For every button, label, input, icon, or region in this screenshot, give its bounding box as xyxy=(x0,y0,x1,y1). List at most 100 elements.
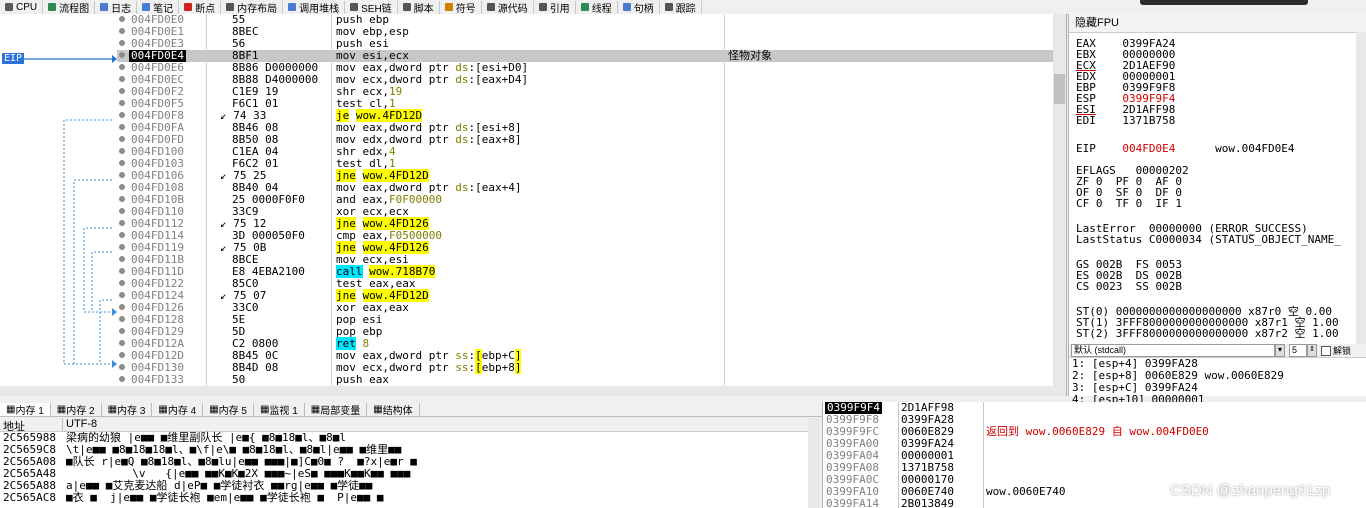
dump-tab-label: 内存 1 xyxy=(15,405,44,417)
breakpoint-dot-icon[interactable] xyxy=(119,328,125,334)
breakpoint-dot-icon[interactable] xyxy=(119,340,125,346)
registers-pane: 隐藏FPU EAX 0399FA24 EBX 00000000 ECX 2D1AEF… xyxy=(1068,14,1366,344)
breakpoint-dot-icon[interactable] xyxy=(119,364,125,370)
breakpoint-dot-icon[interactable] xyxy=(119,304,125,310)
breakpoint-dot-icon[interactable] xyxy=(119,244,125,250)
asm-token: :[ xyxy=(468,181,482,194)
breakpoint-dot-icon[interactable] xyxy=(119,76,125,82)
spinner-icon[interactable]: ⇕ xyxy=(1307,344,1317,357)
tab-handles[interactable]: 句柄 xyxy=(618,0,660,15)
asm-token: ds xyxy=(455,73,469,86)
breakpoint-dot-icon[interactable] xyxy=(119,208,125,214)
tab-label: 句柄 xyxy=(633,3,654,15)
chevron-down-icon[interactable]: ▾ xyxy=(1275,344,1285,357)
disasm-row[interactable]: 004FD130 8B4D 08 mov ecx,dword ptr ss:[ebp… xyxy=(117,361,1053,374)
dump-scrollbar[interactable] xyxy=(808,418,820,508)
last-error-line[interactable]: LastStatus C0000034 (STATUS_OBJECT_NAME_ xyxy=(1076,234,1341,245)
hide-fpu-toggle[interactable]: 隐藏FPU xyxy=(1069,14,1366,33)
memory-dump-pane[interactable]: 地址 UTF-8 2C565988 梁病的幼狼 |e■■ ■维里副队长 |e■{ … xyxy=(0,418,820,508)
dump-tab[interactable]: ▦ 结构体 xyxy=(367,402,420,417)
dump-address: 2C565AC8 xyxy=(3,491,56,504)
dump-tab[interactable]: ▦ 内存 5 xyxy=(203,402,254,417)
breakpoint-dot-icon[interactable] xyxy=(119,28,125,34)
tab-seh[interactable]: SEH链 xyxy=(345,0,398,15)
breakpoint-dot-icon[interactable] xyxy=(119,148,125,154)
tab-callstack[interactable]: 调用堆栈 xyxy=(283,0,346,15)
dump-row[interactable]: 2C565AC8 ■衣 ■ j|e■■ ■学徒长袍 ■em|e■■ ■学徒长袍 ■… xyxy=(0,492,820,504)
asm-token: ] xyxy=(514,133,522,146)
breakpoint-dot-icon[interactable] xyxy=(119,196,125,202)
tab-notes[interactable]: 笔记 xyxy=(137,0,180,15)
dump-tab[interactable]: ▦ 内存 2 xyxy=(51,402,102,417)
stack-row[interactable]: 0399FA14 2B013849 xyxy=(823,498,1366,508)
disasm-horizontal-scrollbar[interactable] xyxy=(0,386,1066,396)
breakpoint-dot-icon[interactable] xyxy=(119,160,125,166)
breakpoint-dot-icon[interactable] xyxy=(119,220,125,226)
dump-text: ■衣 ■ j|e■■ ■学徒长袍 ■em|e■■ ■学徒长袍 ■ P|e■■ ■ xyxy=(66,491,384,504)
tab-references[interactable]: 引用 xyxy=(534,0,576,15)
dump-tab[interactable]: ▦ 局部变量 xyxy=(305,402,368,417)
registers-scrollbar[interactable] xyxy=(1356,32,1366,344)
dump-tab[interactable]: ▦ 内存 4 xyxy=(152,402,204,417)
segment-register-line[interactable]: CS 0023 SS 002B xyxy=(1076,281,1182,292)
tab-trace[interactable]: 跟踪 xyxy=(660,0,702,15)
unlock-checkbox[interactable] xyxy=(1321,345,1331,356)
breakpoint-dot-icon[interactable] xyxy=(119,268,125,274)
tab-threads[interactable]: 线程 xyxy=(576,0,618,15)
arg-count-input[interactable]: 5 xyxy=(1289,344,1307,357)
breakpoint-dot-icon[interactable] xyxy=(119,16,125,22)
asm-token: ] xyxy=(514,181,522,194)
tab-graph[interactable]: 流程图 xyxy=(43,0,96,15)
disassembly-pane[interactable]: EIP 004FD0E0 55 push ebp 004FD0E1 8BEC mov eb… xyxy=(0,14,1067,396)
breakpoint-dot-icon[interactable] xyxy=(119,184,125,190)
dump-tab[interactable]: ▦ 内存 3 xyxy=(102,402,153,417)
title-overlay xyxy=(1140,0,1308,5)
dump-tab[interactable]: ▦ 内存 1 xyxy=(0,402,51,417)
breakpoint-dot-icon[interactable] xyxy=(119,316,125,322)
disasm-row[interactable]: 004FD128 5E pop esi xyxy=(117,314,1053,326)
breakpoint-dot-icon[interactable] xyxy=(119,352,125,358)
tab-script[interactable]: 脚本 xyxy=(398,0,440,15)
dump-tab-label: 监视 1 xyxy=(269,405,298,417)
breakpoint-dot-icon[interactable] xyxy=(119,88,125,94)
disasm-row[interactable]: 004FD133 50 push eax xyxy=(117,374,1053,386)
register-edi[interactable]: EDI 1371B758 xyxy=(1076,115,1175,126)
disasm-row[interactable]: 004FD0E1 8BEC mov ebp,esp xyxy=(117,26,1053,38)
breakpoint-dot-icon[interactable] xyxy=(119,136,125,142)
breakpoint-dot-icon[interactable] xyxy=(119,64,125,70)
dump-tab-icon: ▦ xyxy=(373,403,383,415)
tab-cpu[interactable]: CPU xyxy=(0,0,44,14)
register-eip[interactable]: EIP 004FD0E4 wow.004FD0E4 xyxy=(1076,143,1295,154)
breakpoint-dot-icon[interactable] xyxy=(119,376,125,382)
fpu-register-line[interactable]: ST(2) 3FFF8000000000000000 x87r2 空 1.00 xyxy=(1076,328,1339,339)
asm-token: ] xyxy=(521,73,529,86)
breakpoint-dot-icon[interactable] xyxy=(119,40,125,46)
dump-tab[interactable]: ▦ 监视 1 xyxy=(254,402,305,417)
tab-source[interactable]: 源代码 xyxy=(482,0,534,15)
eip-marker: EIP xyxy=(2,53,25,64)
breakpoint-dot-icon[interactable] xyxy=(119,280,125,286)
calling-convention-select[interactable]: 默认 (stdcall) xyxy=(1071,344,1275,357)
dump-tab-icon: ▦ xyxy=(158,403,168,415)
breakpoint-dot-icon[interactable] xyxy=(119,256,125,262)
tab-symbol[interactable]: 符号 xyxy=(440,0,482,15)
breakpoint-dot-icon[interactable] xyxy=(119,232,125,238)
breakpoint-dot-icon[interactable] xyxy=(119,52,125,58)
disasm-vertical-scrollbar[interactable] xyxy=(1053,14,1066,396)
tab-log[interactable]: 日志 xyxy=(95,0,138,15)
tab-breakpoint[interactable]: 断点 xyxy=(179,0,222,15)
dump-col-encoding[interactable]: UTF-8 xyxy=(66,418,97,430)
call-args-pane: 默认 (stdcall) ▾ 5 ⇕ 解锁 1: [esp+4] 0399FA2… xyxy=(1068,344,1366,406)
breakpoint-dot-icon[interactable] xyxy=(119,124,125,130)
tab-label: SEH链 xyxy=(361,3,392,15)
tab-memory-map[interactable]: 内存布局 xyxy=(221,0,284,15)
tab-label: 引用 xyxy=(549,3,570,15)
breakpoint-dot-icon[interactable] xyxy=(119,112,125,118)
stack-comment: 返回到 wow.0060E829 自 wow.004FD0E0 xyxy=(986,425,1209,438)
disasm-row[interactable]: 004FD126 33C0 xor eax,eax xyxy=(117,302,1053,314)
breakpoint-dot-icon[interactable] xyxy=(119,172,125,178)
breakpoint-dot-icon[interactable] xyxy=(119,100,125,106)
breakpoint-dot-icon[interactable] xyxy=(119,292,125,298)
flag-line[interactable]: CF 0 TF 0 IF 1 xyxy=(1076,198,1182,209)
stack-value: 2B013849 xyxy=(901,497,954,508)
